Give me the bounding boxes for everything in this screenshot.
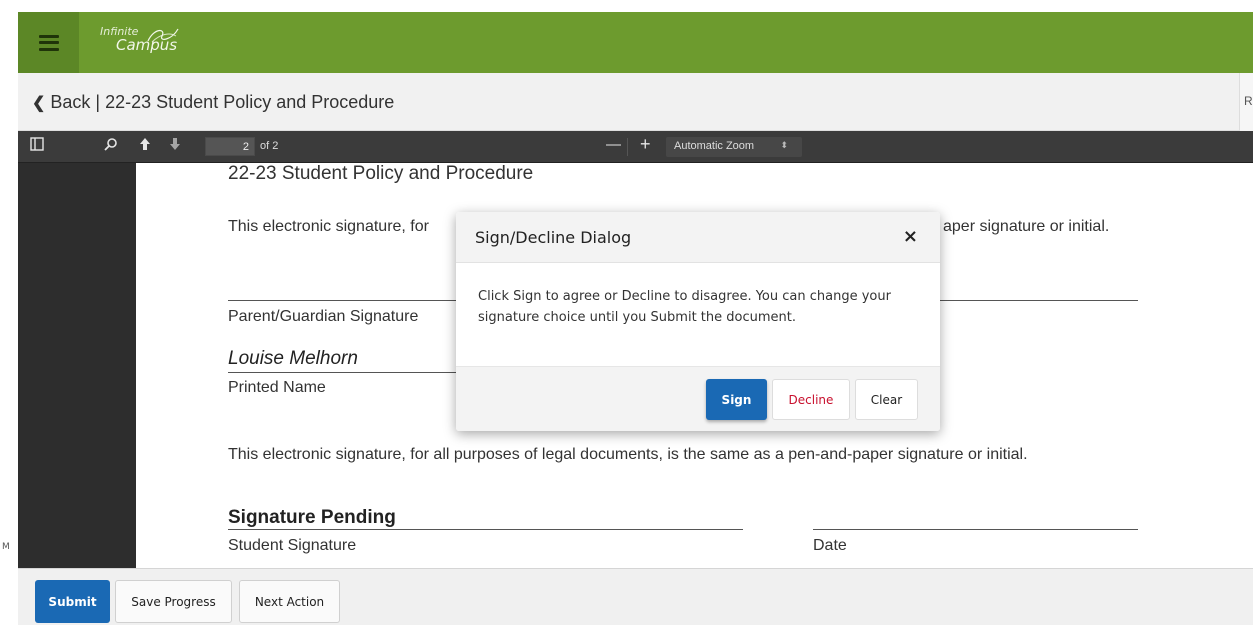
app-header: Infinite Campus: [18, 12, 1253, 73]
document-title: 22-23 Student Policy and Procedure: [228, 163, 534, 184]
infinite-campus-logo: Infinite Campus: [100, 26, 179, 53]
sidebar-toggle-icon[interactable]: [30, 137, 44, 155]
close-icon[interactable]: ×: [903, 226, 918, 247]
zoom-out-button[interactable]: —: [606, 136, 621, 154]
student-signature-label: Student Signature: [228, 537, 357, 554]
right-edge-button[interactable]: R: [1239, 73, 1253, 131]
zoom-in-button[interactable]: +: [640, 135, 651, 153]
logo-swirl-icon: [147, 28, 179, 43]
back-bar: ❮ Back | 22-23 Student Policy and Proced…: [18, 73, 1253, 131]
student-signature-line: [228, 529, 743, 530]
decline-button[interactable]: Decline: [772, 379, 850, 420]
clear-button[interactable]: Clear: [855, 379, 918, 420]
date-line: [813, 529, 1138, 530]
esig-text-partial: This electronic signature, for: [228, 218, 429, 235]
arrow-down-icon[interactable]: [169, 137, 181, 155]
pdf-sidebar: [18, 163, 136, 568]
back-label: Back | 22-23 Student Policy and Procedur…: [50, 92, 395, 112]
left-gutter: M: [0, 0, 18, 625]
back-link[interactable]: ❮ Back | 22-23 Student Policy and Proced…: [32, 92, 394, 113]
zoom-select[interactable]: Automatic Zoom ⬍: [666, 137, 802, 157]
dialog-body: Click Sign to agree or Decline to disagr…: [478, 289, 891, 325]
pdf-toolbar: of 2 — + Automatic Zoom ⬍: [18, 131, 1253, 163]
printed-name-value: Louise Melhorn: [228, 348, 358, 369]
date-label: Date: [813, 537, 847, 554]
hamburger-icon: [38, 34, 59, 51]
printed-name-line: [228, 372, 456, 373]
esig-text-tail: aper signature or initial.: [943, 218, 1110, 235]
next-action-button[interactable]: Next Action: [239, 580, 340, 623]
zoom-value: Automatic Zoom: [674, 140, 755, 152]
signature-pending: Signature Pending: [228, 507, 396, 528]
search-icon[interactable]: [104, 137, 118, 155]
page-count: of 2: [260, 140, 279, 152]
save-progress-button[interactable]: Save Progress: [115, 580, 232, 623]
chevron-left-icon: ❮: [32, 94, 46, 112]
printed-name-label: Printed Name: [228, 379, 326, 396]
dialog-header: Sign/Decline Dialog ×: [456, 212, 940, 263]
select-caret-icon: ⬍: [780, 140, 788, 150]
page-number-input[interactable]: [205, 137, 255, 156]
gutter-mark: M: [2, 542, 10, 552]
arrow-up-icon[interactable]: [139, 137, 151, 155]
sign-button[interactable]: Sign: [706, 379, 767, 420]
sign-decline-dialog: Sign/Decline Dialog × Click Sign to agre…: [456, 212, 940, 431]
dialog-footer: Sign Decline Clear: [456, 366, 940, 431]
zoom-separator: [627, 138, 628, 156]
esig-text-full: This electronic signature, for all purpo…: [228, 446, 1028, 463]
bottom-action-bar: Submit Save Progress Next Action: [18, 568, 1253, 625]
parent-signature-label: Parent/Guardian Signature: [228, 308, 419, 325]
main-menu-button[interactable]: [18, 12, 79, 73]
dialog-title: Sign/Decline Dialog: [475, 228, 632, 247]
submit-button[interactable]: Submit: [35, 580, 110, 623]
